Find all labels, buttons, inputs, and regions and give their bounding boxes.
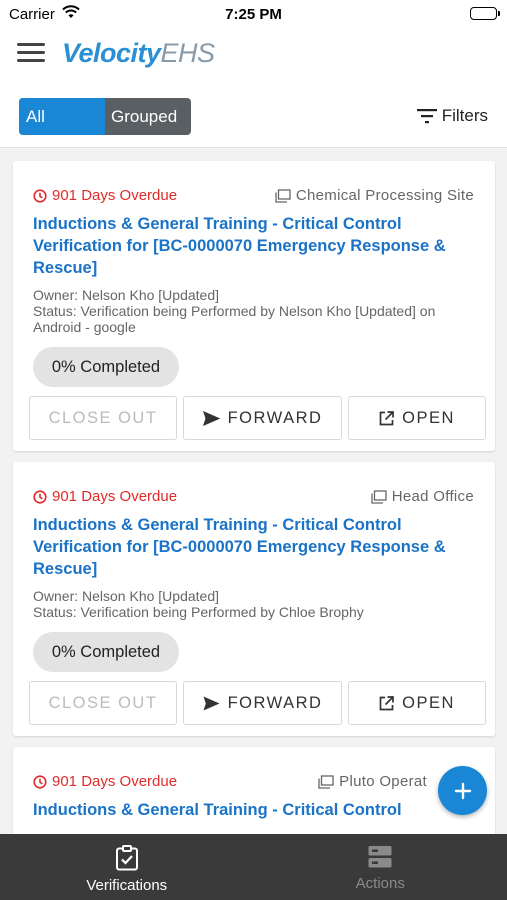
- forward-button[interactable]: FORWARD: [183, 681, 342, 725]
- open-external-icon: [379, 410, 394, 425]
- verification-card[interactable]: 901 Days Overdue Pluto Operat Inductions…: [13, 747, 495, 847]
- verification-title[interactable]: Inductions & General Training - Critical…: [33, 213, 473, 279]
- site-text: Head Office: [391, 488, 474, 505]
- clock-icon: [33, 489, 47, 504]
- open-label: OPEN: [402, 408, 455, 427]
- forward-label: FORWARD: [227, 693, 323, 712]
- add-button[interactable]: [438, 766, 487, 815]
- site-icon: [275, 188, 291, 203]
- tab-verifications[interactable]: Verifications: [0, 834, 254, 900]
- app-header: VelocityEHS All Grouped Filters: [0, 30, 507, 148]
- close-out-button[interactable]: CLOSE OUT: [29, 681, 177, 725]
- view-toggle: All Grouped: [19, 98, 191, 135]
- owner-text: Owner: Nelson Kho [Updated]: [33, 287, 219, 303]
- server-icon: [368, 846, 392, 868]
- app-logo: VelocityEHS: [62, 38, 215, 68]
- site-icon: [371, 489, 387, 504]
- clock-icon: [33, 774, 47, 789]
- send-icon: [202, 410, 220, 426]
- open-button[interactable]: OPEN: [348, 681, 486, 725]
- clipboard-check-icon: [115, 845, 138, 871]
- status-bar: Carrier 7:25 PM: [0, 0, 507, 30]
- owner-text: Owner: Nelson Kho [Updated]: [33, 588, 219, 604]
- progress-pill: 0% Completed: [33, 347, 179, 387]
- tab-label: Verifications: [86, 877, 168, 894]
- filters-button[interactable]: Filters: [416, 106, 488, 126]
- forward-button[interactable]: FORWARD: [183, 396, 342, 440]
- verification-title[interactable]: Inductions & General Training - Critical…: [33, 799, 473, 821]
- site-icon: [318, 774, 334, 789]
- plus-icon: [454, 782, 471, 799]
- forward-label: FORWARD: [227, 408, 323, 427]
- overdue-indicator: 901 Days Overdue: [33, 187, 177, 204]
- open-external-icon: [379, 695, 394, 710]
- overdue-indicator: 901 Days Overdue: [33, 773, 177, 790]
- overdue-text: 901 Days Overdue: [52, 773, 178, 790]
- bottom-tab-bar: Verifications Actions: [0, 834, 507, 900]
- verification-card[interactable]: 901 Days Overdue Chemical Processing Sit…: [13, 161, 495, 451]
- site-text: Pluto Operat: [339, 773, 427, 790]
- overdue-text: 901 Days Overdue: [52, 187, 178, 204]
- verification-card[interactable]: 901 Days Overdue Head Office Inductions …: [13, 462, 495, 736]
- open-label: OPEN: [402, 693, 455, 712]
- toggle-all[interactable]: All: [19, 98, 105, 135]
- overdue-indicator: 901 Days Overdue: [33, 488, 177, 505]
- menu-icon[interactable]: [17, 43, 45, 65]
- status-text: Status: Verification being Performed by …: [33, 604, 364, 620]
- verification-title[interactable]: Inductions & General Training - Critical…: [33, 514, 473, 580]
- send-icon: [203, 696, 220, 710]
- overdue-text: 901 Days Overdue: [52, 488, 178, 505]
- clock-icon: [33, 188, 47, 203]
- site-text: Chemical Processing Site: [295, 187, 474, 204]
- site-label: Head Office: [371, 488, 474, 505]
- filters-label: Filters: [441, 106, 488, 125]
- progress-pill: 0% Completed: [33, 632, 179, 672]
- battery-icon: [470, 7, 500, 20]
- site-label: Chemical Processing Site: [275, 187, 474, 204]
- clock-time: 7:25 PM: [225, 6, 282, 23]
- tab-actions[interactable]: Actions: [254, 834, 507, 900]
- filter-icon: [416, 109, 437, 124]
- tab-label: Actions: [355, 875, 405, 892]
- status-text: Status: Verification being Performed by …: [33, 303, 436, 335]
- open-button[interactable]: OPEN: [348, 396, 486, 440]
- site-label: Pluto Operat: [318, 773, 427, 790]
- close-out-button[interactable]: CLOSE OUT: [29, 396, 177, 440]
- toggle-grouped[interactable]: Grouped: [105, 98, 191, 135]
